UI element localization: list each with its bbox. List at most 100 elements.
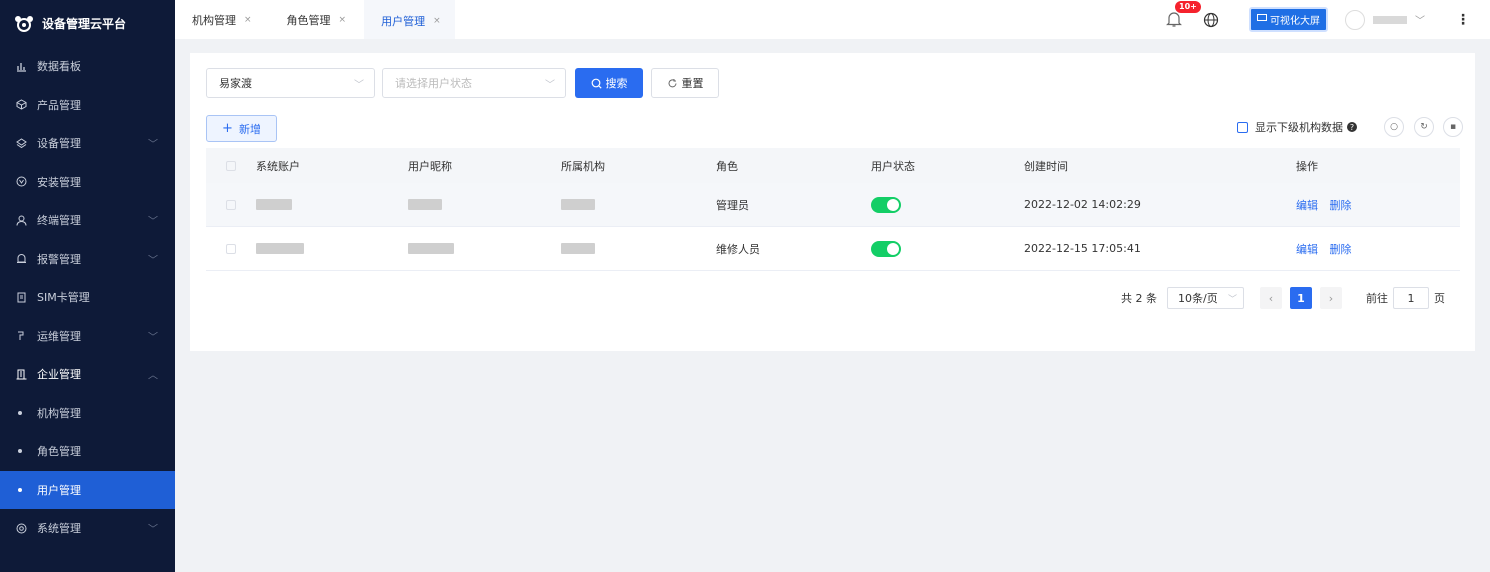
sidebar-item-ops[interactable]: 运维管理 ﹀ [0,317,175,356]
org-blurred [561,243,595,254]
checkbox[interactable] [1237,121,1248,133]
chevron-down-icon: ﹀ [148,332,158,344]
edit-link[interactable]: 编辑 [1296,199,1318,212]
status-toggle[interactable] [871,196,901,213]
delete-link[interactable]: 删除 [1330,199,1352,212]
add-button[interactable]: + 新增 [206,115,277,142]
search-toggle-button[interactable]: ○ [1384,117,1404,137]
toggle-knob [887,198,899,211]
column-header: 所属机构 [561,159,605,173]
prev-page-button[interactable]: ‹ [1260,287,1282,309]
sidebar-subitem-org[interactable]: 机构管理 [0,394,175,433]
more-vertical-icon[interactable]: ⋮ [1456,12,1470,28]
org-blurred [561,199,595,210]
columns-button[interactable]: ▪ [1443,117,1463,137]
refresh-icon: ↻ [1420,122,1428,132]
goto-input[interactable]: 1 [1393,287,1429,309]
main-card: 易家渡 ﹀ 请选择用户状态 ﹀ 搜索 重置 + 新增 显示下级机构数据 ? ○ … [190,53,1475,351]
row-checkbox[interactable] [226,199,236,210]
org-select[interactable]: 易家渡 ﹀ [206,68,375,98]
delete-link[interactable]: 删除 [1330,243,1352,256]
account-blurred [256,243,304,254]
pagination: 共 2 条 10条/页 ﹀ ‹ 1 › 前往 1 页 [1121,287,1445,309]
tab-roles[interactable]: 角色管理 × [270,0,361,39]
user-icon [15,214,27,226]
bigscreen-button[interactable]: 可视化大屏 [1249,7,1328,32]
tab-label: 角色管理 [286,13,331,27]
header-actions: 10+ 可视化大屏 ﹀ [1165,0,1490,39]
close-icon[interactable]: × [433,16,441,26]
chevron-down-icon: ﹀ [148,524,158,536]
sidebar-item-dashboard[interactable]: 数据看板 [0,47,175,86]
status-toggle[interactable] [871,240,901,257]
filter-bar: 易家渡 ﹀ 请选择用户状态 ﹀ 搜索 重置 [206,68,719,98]
status-select-placeholder: 请选择用户状态 [395,77,472,90]
search-button[interactable]: 搜索 [575,68,643,98]
sidebar-item-terminals[interactable]: 终端管理 ﹀ [0,201,175,240]
tab-label: 机构管理 [192,13,236,27]
app-root: 设备管理云平台 数据看板 产品管理 设备管理 ﹀ 安装管理 终端管理 ﹀ 报警管… [0,0,1490,572]
show-sub-org-checkbox[interactable]: 显示下级机构数据 ? [1237,119,1357,135]
select-all-checkbox[interactable] [226,160,236,171]
close-icon[interactable]: × [244,15,252,25]
org-select-value: 易家渡 [219,77,252,90]
table-row[interactable]: 维修人员 2022-12-15 17:05:41 编辑 删除 [206,227,1460,271]
chevron-down-icon: ﹀ [1415,16,1425,27]
sidebar-item-install[interactable]: 安装管理 [0,163,175,202]
language-button[interactable] [1203,12,1219,28]
bullet-icon [18,410,22,415]
plus-icon: + [222,121,233,136]
sidebar-item-sim[interactable]: SIM卡管理 [0,278,175,317]
column-header: 用户状态 [871,159,915,173]
settings-icon [15,522,27,534]
reset-button[interactable]: 重置 [651,68,719,98]
account-blurred [256,199,292,210]
sidebar-item-alarms[interactable]: 报警管理 ﹀ [0,240,175,279]
user-menu[interactable]: ﹀ [1345,9,1425,30]
search-label: 搜索 [605,77,628,90]
add-label: 新增 [238,122,261,136]
chevron-down-icon: ﹀ [148,216,158,228]
sidebar-item-system[interactable]: 系统管理 ﹀ [0,509,175,548]
chevron-down-icon: ﹀ [354,80,364,91]
refresh-button[interactable]: ↻ [1414,117,1434,137]
logo[interactable]: 设备管理云平台 [0,0,175,47]
tab-org[interactable]: 机构管理 × [175,0,266,39]
sidebar-item-devices[interactable]: 设备管理 ﹀ [0,124,175,163]
notification-badge: 10+ [1175,0,1201,13]
sidebar-item-enterprise[interactable]: 企业管理 ︿ [0,355,175,394]
avatar [1345,9,1365,30]
logo-icon [15,15,33,32]
column-header: 系统账户 [256,159,300,173]
bullet-icon [18,449,22,454]
search-icon: ○ [1390,122,1398,132]
alarm-icon [15,253,27,265]
sidebar-item-label: 报警管理 [37,252,81,266]
sidebar: 设备管理云平台 数据看板 产品管理 设备管理 ﹀ 安装管理 终端管理 ﹀ 报警管… [0,0,175,572]
nickname-blurred [408,243,454,254]
sidebar-item-label: 安装管理 [37,175,81,189]
edit-link[interactable]: 编辑 [1296,243,1318,256]
status-select[interactable]: 请选择用户状态 ﹀ [382,68,566,98]
page-size-value: 10条/页 [1178,292,1218,305]
sidebar-subitem-users[interactable]: 用户管理 [0,470,175,509]
page-number[interactable]: 1 [1290,287,1312,309]
table-row[interactable]: 管理员 2022-12-02 14:02:29 编辑 删除 [206,183,1460,227]
sidebar-item-label: 机构管理 [37,406,81,420]
bigscreen-label: 可视化大屏 [1270,16,1320,27]
sidebar-item-products[interactable]: 产品管理 [0,86,175,125]
help-icon[interactable]: ? [1347,122,1357,132]
page-size-select[interactable]: 10条/页 ﹀ [1167,287,1244,309]
notification-button[interactable]: 10+ [1165,0,1201,30]
close-icon[interactable]: × [339,15,347,25]
refresh-icon [668,78,676,87]
nickname-blurred [408,199,442,210]
sidebar-item-label: SIM卡管理 [37,291,90,305]
actions-cell: 编辑 删除 [1296,241,1360,257]
sidebar-item-label: 产品管理 [37,98,81,112]
tab-users[interactable]: 用户管理 × [364,0,455,39]
sidebar-item-label: 角色管理 [37,445,81,459]
next-page-button[interactable]: › [1320,287,1342,309]
sidebar-subitem-roles[interactable]: 角色管理 [0,432,175,471]
row-checkbox[interactable] [226,243,236,254]
